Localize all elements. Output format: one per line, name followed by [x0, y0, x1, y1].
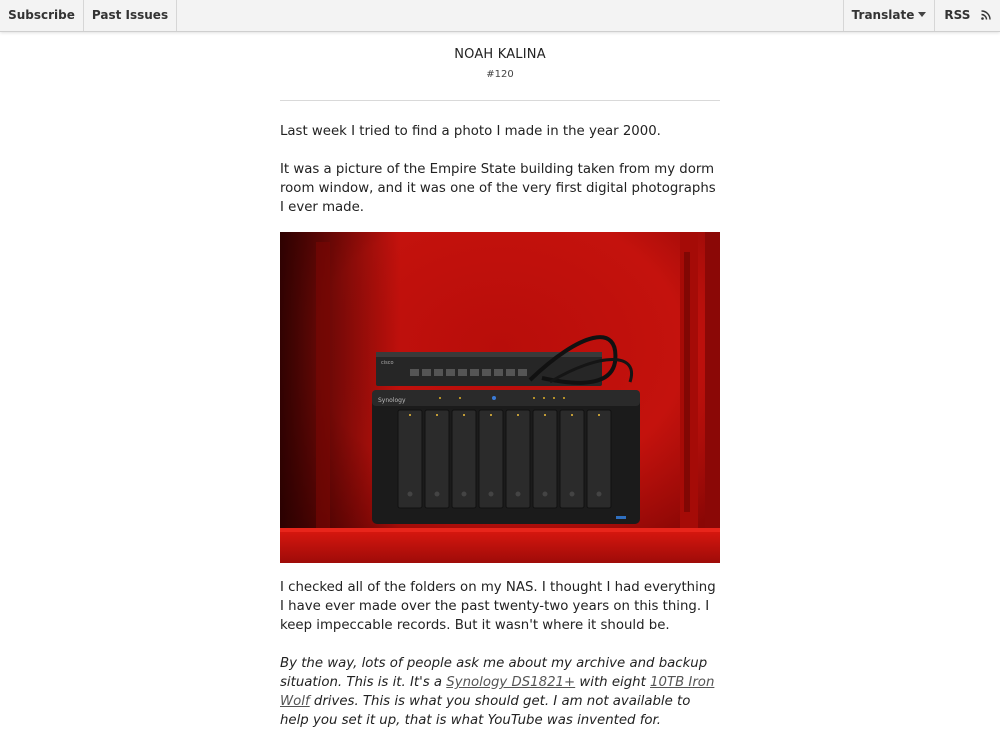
top-nav-bar: Subscribe Past Issues Translate RSS	[0, 0, 1000, 32]
cisco-logo: cisco	[381, 360, 394, 366]
divider	[280, 100, 720, 101]
paragraph-2: It was a picture of the Empire State bui…	[280, 162, 716, 215]
caret-down-icon	[918, 12, 927, 17]
paragraph-3: I checked all of the folders on my NAS. …	[280, 580, 716, 633]
rss-link[interactable]: RSS	[934, 0, 1000, 31]
subscribe-link[interactable]: Subscribe	[0, 0, 84, 31]
synology-logo: Synology	[378, 397, 406, 404]
past-issues-link[interactable]: Past Issues	[84, 0, 177, 31]
translate-label: Translate	[851, 8, 915, 22]
p4-text-2: with eight	[575, 675, 651, 690]
paragraph-1: Last week I tried to find a photo I made…	[280, 124, 661, 139]
synology-link[interactable]: Synology DS1821+	[446, 675, 575, 690]
newsletter-author: NOAH KALINA	[454, 47, 546, 62]
nas-photo: cisco Synology	[280, 232, 720, 563]
paragraph-4: By the way, lots of people ask me about …	[280, 654, 720, 730]
p4-text-3: drives. This is what you should get. I a…	[280, 694, 691, 728]
translate-dropdown[interactable]: Translate	[843, 0, 934, 31]
rss-label: RSS	[944, 8, 971, 22]
article-body: Last week I tried to find a photo I made…	[280, 122, 720, 730]
issue-number: #120	[486, 69, 514, 80]
rss-icon	[980, 9, 991, 20]
